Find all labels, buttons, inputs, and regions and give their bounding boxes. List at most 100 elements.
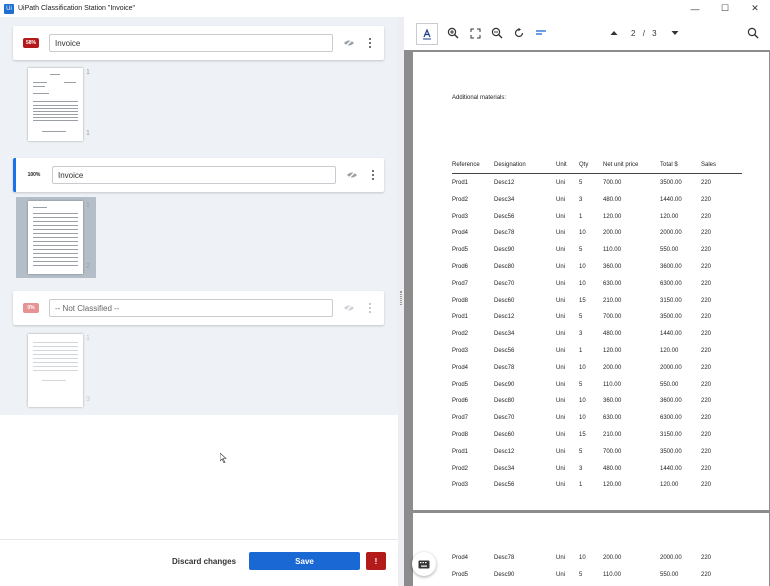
document-group-header[interactable]: 100% Invoice [13,158,384,192]
table-cell: Uni [556,364,566,371]
table-cell: 210.00 [603,432,622,438]
document-type-select[interactable]: -- Not Classified -- [49,299,333,317]
page-number-label: 1 [86,130,90,137]
table-cell: 220 [701,398,712,405]
table-cell: 1 [579,213,583,220]
table-cell: Prod5 [452,247,469,254]
table-cell: 1440.00 [660,196,682,203]
table-cell: 1440.00 [660,331,682,338]
more-options-icon[interactable] [365,301,375,315]
table-cell: 220 [701,415,712,422]
table-cell: Prod6 [452,264,469,270]
table-cell: 2000.00 [660,230,682,237]
mouse-cursor-icon [219,450,228,464]
document-group-header[interactable]: 0% -- Not Classified -- [13,291,384,325]
discard-changes-button[interactable]: Discard changes [172,557,236,566]
table-cell: Uni [556,398,566,405]
eye-off-icon[interactable] [343,303,355,313]
table-cell: 200.00 [603,230,622,237]
document-type-select[interactable]: Invoice [52,166,336,184]
table-cell: 220 [701,482,712,489]
more-options-icon[interactable] [368,168,378,182]
document-group-header[interactable]: 58% Invoice [13,26,384,60]
eye-off-icon[interactable] [346,170,358,180]
table-cell: 6300.00 [660,415,682,422]
table-cell: 220 [701,381,712,388]
table-cell: 550.00 [660,571,679,578]
table-cell: Uni [556,196,566,203]
eye-off-icon[interactable] [343,38,355,48]
table-cell: 220 [701,432,712,438]
table-cell: 700.00 [603,314,622,321]
table-cell: Desc56 [494,213,515,220]
table-cell: Desc34 [494,331,515,338]
minimize-button[interactable]: — [680,0,710,17]
table-cell: 110.00 [603,381,621,388]
confidence-badge: 100% [26,170,42,180]
validation-warning-button[interactable]: ! [366,552,386,570]
table-cell: 6300.00 [660,280,682,287]
table-cell: 5 [579,247,583,254]
arrow-up-icon[interactable] [607,26,621,40]
save-button[interactable]: Save [249,552,360,570]
page-thumbnail[interactable] [28,68,83,141]
zoom-out-icon[interactable] [490,26,504,40]
page-thumbnail[interactable] [28,201,83,274]
fit-page-icon[interactable] [468,26,482,40]
table-cell: 3150.00 [660,297,682,304]
page-separator: / [642,29,645,38]
maximize-button[interactable]: ☐ [710,0,740,17]
app-logo-icon: Ui [4,3,14,14]
table-cell: 5 [579,381,583,388]
splitter-grip-icon[interactable] [400,291,402,305]
table-cell: 120.00 [603,213,622,220]
align-icon[interactable] [534,26,548,40]
table-cell: 200.00 [603,555,622,561]
search-icon[interactable] [746,26,760,40]
table-header-rule [452,173,742,174]
table-header-cell: Total $ [660,162,678,168]
close-button[interactable]: ✕ [740,0,770,17]
page-number-label: 1 [86,202,90,209]
table-cell: 5 [579,314,583,321]
table-cell: 3 [579,196,583,203]
keyboard-shortcuts-button[interactable] [412,552,436,576]
table-cell: Prod3 [452,482,469,489]
table-cell: Uni [556,465,566,472]
total-pages: 3 [652,29,657,38]
table-cell: 220 [701,180,712,186]
table-cell: 360.00 [603,398,622,405]
page-number-label: 3 [86,396,90,403]
table-cell: Prod2 [452,465,469,472]
table-cell: Uni [556,571,566,578]
table-cell: Prod7 [452,280,469,287]
table-cell: Uni [556,331,566,338]
rotate-icon[interactable] [512,26,526,40]
table-cell: Desc78 [494,555,515,561]
zoom-in-icon[interactable] [446,26,460,40]
window-title: UiPath Classification Station "Invoice" [18,5,136,12]
table-cell: 10 [579,555,586,561]
document-type-select[interactable]: Invoice [49,34,333,52]
table-cell: 3600.00 [660,264,682,270]
table-cell: Desc12 [494,314,515,321]
table-cell: Prod5 [452,381,469,388]
table-header-cell: Unit [556,162,567,168]
table-cell: 10 [579,230,586,237]
page-thumbnail[interactable] [28,334,83,407]
table-cell: Uni [556,230,566,237]
table-header-cell: Sales [701,162,717,168]
table-cell: Prod1 [452,448,469,455]
table-cell: 210.00 [603,297,622,304]
current-page[interactable]: 2 [631,29,635,38]
table-cell: Desc78 [494,364,515,371]
arrow-down-icon[interactable] [668,26,682,40]
more-options-icon[interactable] [365,36,375,50]
table-cell: 360.00 [603,264,622,270]
table-cell: 220 [701,247,712,254]
page-number-label: 1 [86,335,90,342]
table-cell: 15 [579,432,586,438]
table-cell: 10 [579,264,586,270]
text-select-icon[interactable] [416,23,438,45]
table-cell: Uni [556,297,566,304]
